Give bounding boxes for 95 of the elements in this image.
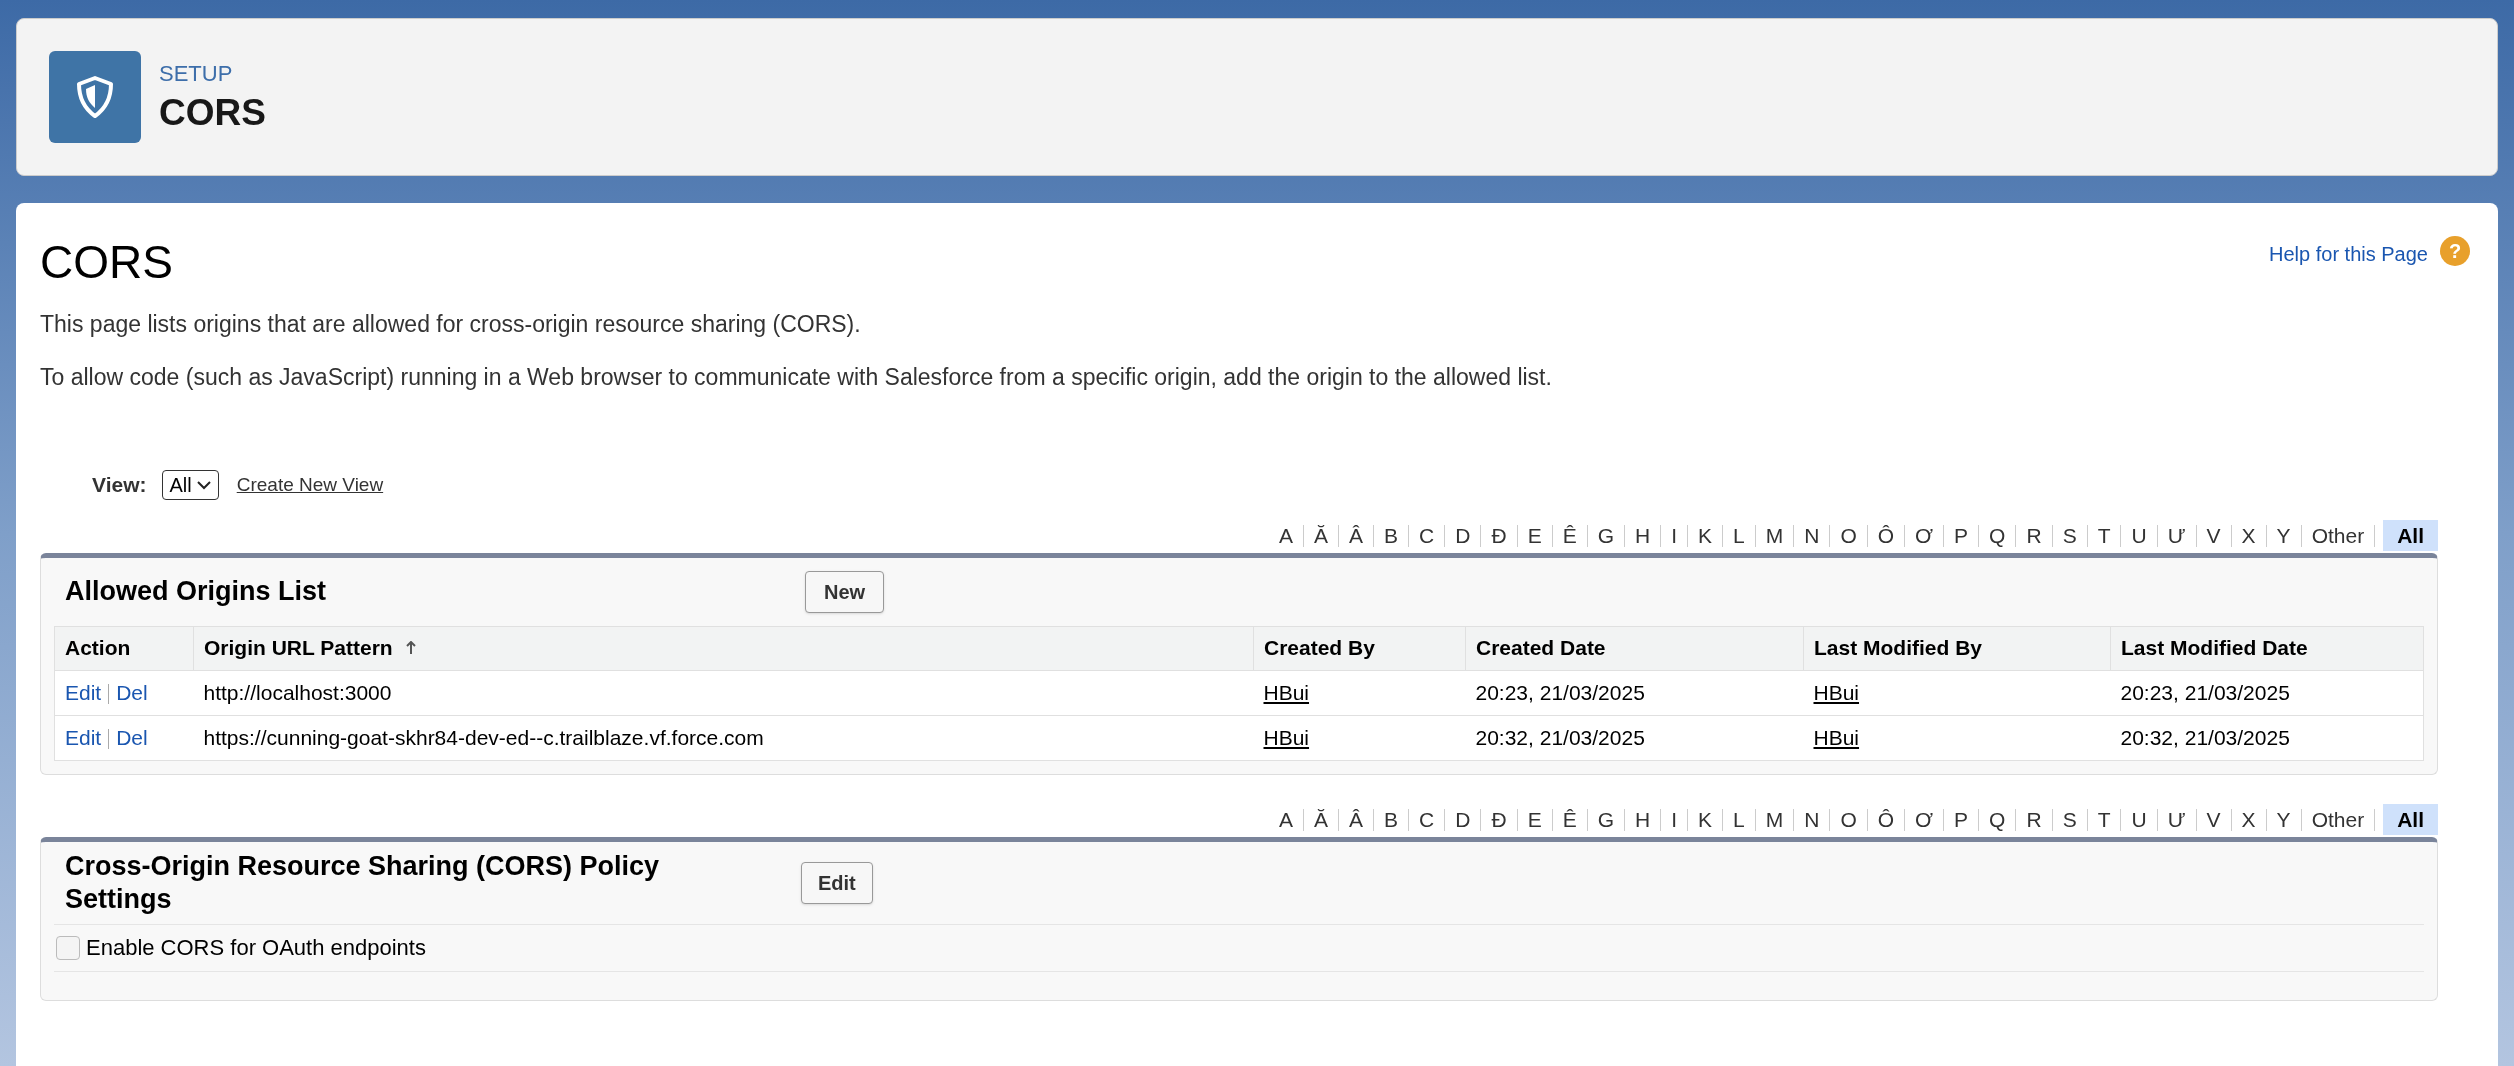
alphabet-filter-link[interactable]: O [1838,803,1859,836]
breadcrumb: SETUP [159,60,234,89]
alphabet-filter-link[interactable]: All [2383,519,2438,552]
user-link[interactable]: HBui [1813,725,1860,749]
alphabet-filter-link[interactable]: E [1525,803,1544,836]
description-text: To allow code (such as JavaScript) running in a Web browser to communicate with Salesforce from a specific origin, add the origin to the allowed list. [40,362,1553,392]
alphabet-filter-link[interactable]: Other [2309,519,2367,552]
alphabet-filter-link[interactable]: G [1595,519,1616,552]
sort-arrow-icon [404,641,417,655]
alphabet-filter-link[interactable]: B [1382,803,1401,836]
origin-url-cell: http://localhost:3000 [203,680,392,704]
alphabet-filter-link[interactable]: D [1453,803,1473,836]
view-label: View: [92,472,147,498]
edit-button[interactable]: Edit [801,861,873,904]
page-title: CORS [40,239,173,285]
alphabet-filter-link[interactable]: L [1731,519,1747,552]
alphabet-filter-link[interactable]: Ê [1560,803,1579,836]
shield-icon [75,75,115,119]
alphabet-filter-link[interactable]: All [2383,803,2438,836]
header-title: CORS [159,91,266,136]
view-select[interactable]: All [162,469,219,500]
alphabet-filter-link[interactable]: R [2024,519,2044,552]
panel-title: Cross-Origin Resource Sharing (CORS) Policy Settings [64,850,661,915]
alphabet-filter-link[interactable]: O [1838,519,1859,552]
help-link[interactable]: Help for this Page [2269,239,2428,269]
alphabet-filter-link[interactable]: Q [1987,519,2008,552]
checkbox[interactable] [56,935,80,960]
alphabet-filter-link[interactable]: T [2095,519,2113,552]
alphabet-filter-link[interactable]: Đ [1489,519,1509,552]
alphabet-filter-link[interactable]: P [1952,803,1971,836]
alphabet-filter-link[interactable]: S [2060,519,2079,552]
alphabet-filter-link[interactable]: Â [1347,803,1366,836]
row-action-link[interactable]: Del [116,680,148,704]
alphabet-filter-link[interactable]: M [1763,803,1786,836]
row-action-link[interactable]: Edit [65,725,102,749]
alphabet-filter-link[interactable]: R [2024,803,2044,836]
alphabet-filter-link[interactable]: Y [2274,803,2293,836]
alphabet-filter-link[interactable]: E [1525,519,1544,552]
checkbox-label: Enable CORS for OAuth endpoints [86,934,426,962]
alphabet-filter-link[interactable]: Ô [1875,519,1897,552]
alphabet-filter-link[interactable]: Ư [2165,803,2188,836]
row-action-link[interactable]: Del [116,725,148,749]
origin-url-cell: https://cunning-goat-skhr84-dev-ed--c.trailblaze.vf.force.com [203,725,764,749]
alphabet-filter-link[interactable]: Â [1347,519,1366,552]
alphabet-filter-link[interactable]: K [1696,519,1715,552]
create-view-link[interactable]: Create New View [236,470,384,499]
alphabet-filter-link[interactable]: D [1453,519,1473,552]
column-header[interactable]: Origin URL Pattern [204,632,417,664]
alphabet-filter-link[interactable]: X [2239,519,2258,552]
alphabet-filter-link[interactable]: S [2060,803,2079,836]
alphabet-filter-link[interactable]: Y [2274,519,2293,552]
alphabet-filter-link[interactable]: Ơ [1913,803,1936,836]
alphabet-filter-link[interactable]: Q [1987,803,2008,836]
alphabet-filter-link[interactable]: C [1417,519,1437,552]
alphabet-filter-link[interactable]: K [1696,803,1715,836]
alphabet-filter-link[interactable]: Other [2309,803,2367,836]
panel-title: Allowed Origins List [64,575,328,609]
user-link[interactable]: HBui [1263,680,1310,704]
alphabet-filter-link[interactable]: V [2204,803,2223,836]
alphabet-filter-link[interactable]: Ư [2165,519,2188,552]
alphabet-filter-link[interactable]: B [1382,519,1401,552]
alphabet-filter-link[interactable]: M [1763,519,1786,552]
caret-icon [195,479,212,490]
alphabet-filter-link[interactable]: Ă [1312,803,1331,836]
alphabet-filter-link[interactable]: U [2129,803,2149,836]
alphabet-filter-link[interactable]: Ơ [1913,519,1936,552]
date-cell: 20:32, 21/03/2025 [1475,725,1645,749]
alphabet-filter-link[interactable]: G [1595,803,1616,836]
alphabet-filter-link[interactable]: T [2095,803,2113,836]
alphabet-filter-link[interactable]: P [1952,519,1971,552]
alphabet-filter-link[interactable]: I [1669,519,1679,552]
alphabet-filter-link[interactable]: L [1731,803,1747,836]
user-link[interactable]: HBui [1263,725,1310,749]
alphabet-filter-link[interactable]: A [1277,519,1296,552]
alphabet-filter-link[interactable]: H [1633,519,1653,552]
alphabet-filter-link[interactable]: Ă [1312,519,1331,552]
alphabet-filter-link[interactable]: V [2204,519,2223,552]
alphabet-filter-link[interactable]: N [1802,519,1822,552]
alphabet-filter-link[interactable]: A [1277,803,1296,836]
description-text: This page lists origins that are allowed for cross-origin resource sharing (CORS). [40,310,862,339]
date-cell: 20:23, 21/03/2025 [1475,680,1645,704]
alphabet-filter-link[interactable]: Ê [1560,519,1579,552]
date-cell: 20:23, 21/03/2025 [2120,680,2290,704]
alphabet-filter-link[interactable]: N [1802,803,1822,836]
date-cell: 20:32, 21/03/2025 [2120,725,2290,749]
user-link[interactable]: HBui [1813,680,1860,704]
alphabet-filter-link[interactable]: X [2239,803,2258,836]
alphabet-filter-link[interactable]: U [2129,519,2149,552]
row-action-link[interactable]: Edit [65,680,102,704]
alphabet-filter-link[interactable]: Đ [1489,803,1509,836]
alphabet-filter-link[interactable]: H [1633,803,1653,836]
alphabet-filter-link[interactable]: C [1417,803,1437,836]
alphabet-filter-link[interactable]: Ô [1875,803,1897,836]
new-button[interactable]: New [805,570,885,613]
alphabet-filter-link[interactable]: I [1669,803,1679,836]
